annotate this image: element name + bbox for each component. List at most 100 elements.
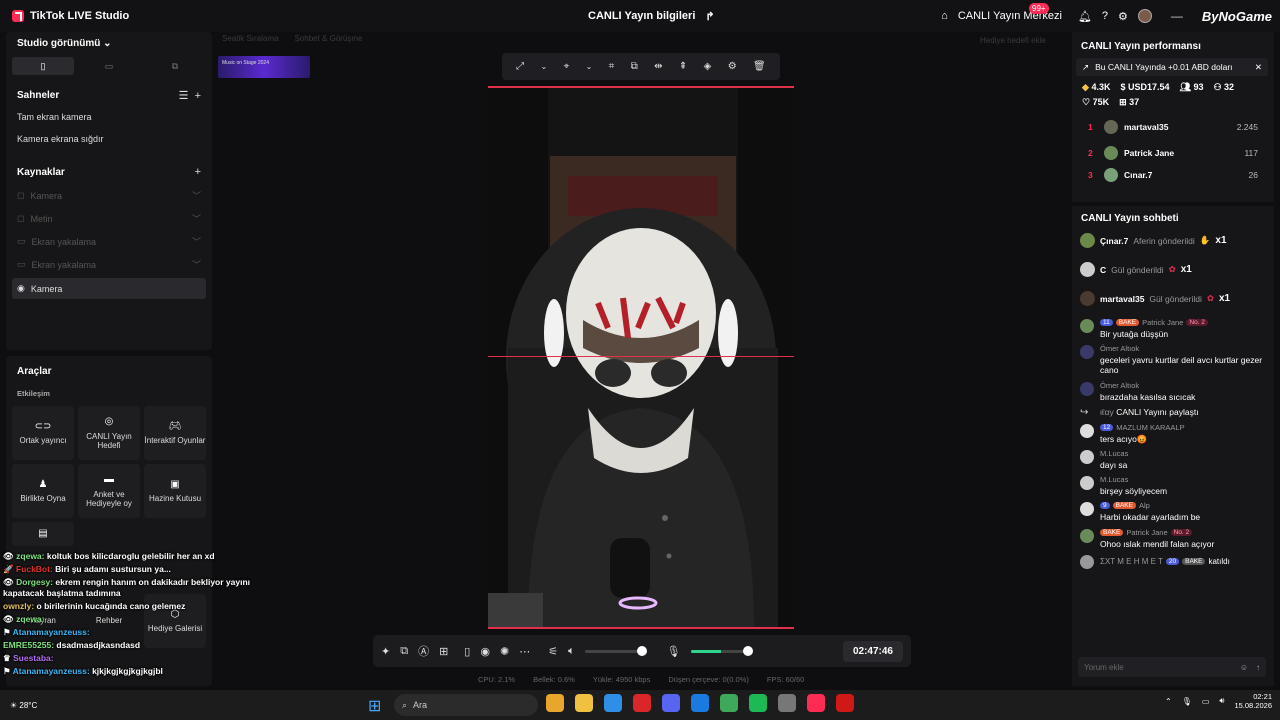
chrome-alt-icon[interactable] xyxy=(720,694,738,712)
gift-target-chip[interactable]: Hediye hedefi ekle xyxy=(980,36,1046,45)
source-item[interactable]: ▭ Ekran yakalama ﹀ xyxy=(6,253,212,276)
effects-icon[interactable]: ✺ xyxy=(500,645,509,658)
file-explorer-icon[interactable] xyxy=(575,694,593,712)
chat-message[interactable]: 12 MAZLUM KARAALP ters acıyo😡 xyxy=(1080,423,1266,444)
flip-icon[interactable]: ⇹ xyxy=(654,61,662,72)
live-info-title: CANLI Yayın bilgileri xyxy=(588,10,696,22)
chat-message[interactable]: Ömer Altıok bırazdaha kasılsa sıcıcak xyxy=(1080,381,1266,402)
live-info-button[interactable]: CANLI Yayın bilgileri ↱ xyxy=(588,0,715,32)
more-icon[interactable]: ⋯ xyxy=(519,645,530,658)
studio-view-header[interactable]: Studio görünümü ⌄ xyxy=(6,32,212,49)
youtube-icon[interactable] xyxy=(836,694,854,712)
tool-play-together[interactable]: ♟ Birlikte Oyna xyxy=(12,464,74,518)
tool-co-host[interactable]: ⊂⊃ Ortak yayıncı xyxy=(12,406,74,460)
tiktok-live-studio-icon[interactable] xyxy=(807,694,825,712)
chat-chip[interactable]: Sohbet & Görüşme xyxy=(294,34,362,43)
source-toolbar: ⤢ ⌄ ⌖ ⌄ ⌗ ⧉ ⇹ ⇞ ◈ ⚙ 🗑︎ xyxy=(502,53,780,80)
overlay-chat-line: ⚑ Atanamayanzeuss: xyxy=(3,627,90,638)
minimize-button[interactable]: — xyxy=(1162,9,1192,23)
comment-input[interactable]: Yorum ekle ☺ ↑ xyxy=(1078,657,1266,677)
chevron-down-icon[interactable]: ⌄ xyxy=(586,62,593,71)
app-icon[interactable] xyxy=(778,694,796,712)
mic-volume-slider[interactable] xyxy=(690,645,753,656)
microphone-icon[interactable]: 🎙︎ xyxy=(667,645,681,658)
crosshair-icon[interactable]: ⌖ xyxy=(564,61,570,72)
spotify-icon[interactable] xyxy=(749,694,767,712)
ranking-row[interactable]: 3 Cınar.7 26 xyxy=(1072,166,1274,184)
overlay-chat-line: 👁 zqewa: xyxy=(3,614,45,625)
tool-extra[interactable]: ▤ xyxy=(12,522,74,546)
chat-message[interactable]: M.Lucas dayı sa xyxy=(1080,449,1266,470)
chat-message[interactable]: 9 BAKE Alp Harbi okadar ayarladım be xyxy=(1080,501,1266,522)
bell-icon[interactable]: 🔔︎ xyxy=(1078,10,1092,23)
source-item-active[interactable]: ◉ Kamera xyxy=(12,278,206,299)
help-icon[interactable]: ? xyxy=(1102,10,1108,22)
mixer-icon[interactable]: ⚟ xyxy=(548,645,558,658)
chat-message[interactable]: Ömer Altıok geceleri yavru kurtlar deil … xyxy=(1080,344,1266,375)
tool-interactive-games[interactable]: 🎮︎ İnteraktif Oyunlar xyxy=(144,406,206,460)
avatar[interactable] xyxy=(1137,9,1152,23)
portrait-layout-button[interactable]: ▯ xyxy=(12,57,74,75)
fit-icon[interactable]: ⤢ xyxy=(516,61,524,72)
add-scene-icon[interactable]: ⊞ xyxy=(439,645,448,658)
close-icon[interactable]: ✕ xyxy=(1255,62,1262,73)
mail-icon[interactable] xyxy=(691,694,709,712)
crop-icon[interactable]: ⌗ xyxy=(609,61,615,72)
send-icon[interactable]: ↑ xyxy=(1256,663,1260,672)
ai-icon[interactable]: Ⓐ xyxy=(418,643,429,659)
emoji-icon[interactable]: ☺ xyxy=(1240,663,1248,672)
speaker-icon[interactable]: 🔈︎ xyxy=(568,645,575,658)
list-icon[interactable]: ☰ xyxy=(179,90,189,102)
start-button[interactable]: ⊞ xyxy=(368,696,381,716)
settings-icon[interactable]: ⚙ xyxy=(728,61,737,72)
tool-poll[interactable]: ▬ Anket ve Hediyeyle oy xyxy=(78,464,140,518)
ranking-row[interactable]: 2 Patrick Jane 117 xyxy=(1072,140,1274,166)
tool-live-goal[interactable]: ◎ CANLI Yayın Hedefi xyxy=(78,406,140,460)
chrome-icon[interactable] xyxy=(546,694,564,712)
scene-item[interactable]: Tam ekran kamera xyxy=(6,106,212,128)
ranking-row[interactable]: 1 martaval35 2.245 xyxy=(1072,114,1274,140)
copy-icon[interactable]: ⧉ xyxy=(631,61,638,72)
share-message[interactable]: ↪ ιℓαу CANLI Yayını paylaştı xyxy=(1080,407,1266,418)
ranking-chip[interactable]: Seatik Sıralama xyxy=(222,34,278,43)
join-message[interactable]: ΣΧΤ Μ Ε Η Μ Ε Τ 20 BAKE katıldı xyxy=(1080,554,1266,569)
discord-icon[interactable] xyxy=(662,694,680,712)
clock[interactable]: 02:21 15.08.2026 xyxy=(1234,692,1272,710)
mic-tray-icon[interactable]: 🎙︎ xyxy=(1182,697,1192,706)
speaker-volume-slider[interactable] xyxy=(584,645,647,656)
dual-layout-button[interactable]: ⧉ xyxy=(144,57,206,75)
volume-icon[interactable]: 🔊︎ xyxy=(1219,696,1224,706)
chat-message[interactable]: 11 BAKE Patrick Jane No. 2 Bir yutağa düşşü… xyxy=(1080,318,1266,339)
add-source-button[interactable]: + xyxy=(195,166,201,178)
record-icon[interactable]: ◉ xyxy=(480,645,490,658)
opera-icon[interactable] xyxy=(633,694,651,712)
camera-preview[interactable] xyxy=(488,86,794,628)
landscape-layout-button[interactable]: ▭ xyxy=(78,57,140,75)
gear-icon[interactable]: ⚙ xyxy=(1118,10,1128,23)
magic-wand-icon[interactable]: ✦ xyxy=(381,645,390,658)
taskbar-search[interactable]: ⌕ Ara xyxy=(394,694,538,716)
tool-treasure-box[interactable]: ▣ Hazine Kutusu xyxy=(144,464,206,518)
phone-icon[interactable]: ▯ xyxy=(464,645,470,658)
chevron-up-icon[interactable]: ⌃ xyxy=(1165,697,1172,706)
slider-knob[interactable] xyxy=(636,645,647,656)
slider-knob[interactable] xyxy=(742,645,753,656)
edge-icon[interactable] xyxy=(604,694,622,712)
source-item[interactable]: ▭ Ekran yakalama ﹀ xyxy=(6,230,212,253)
scene-thumbnail[interactable]: Music on Stage 2024 xyxy=(218,56,310,78)
source-item[interactable]: ◻ Kamera ﹀ xyxy=(6,184,212,207)
chat-message[interactable]: BAKE Patrick Jane No. 2 Ohoo ıslak mendil … xyxy=(1080,528,1266,549)
layers-icon[interactable]: ◈ xyxy=(704,61,712,72)
trend-up-icon: ↗ xyxy=(1082,61,1090,72)
network-icon[interactable]: ▭ xyxy=(1202,697,1210,706)
screen-share-icon[interactable]: ⧉ xyxy=(400,645,408,658)
chevron-down-icon[interactable]: ⌄ xyxy=(541,62,548,71)
weather-widget[interactable]: ☀ 28°C xyxy=(10,701,37,710)
trash-icon[interactable]: 🗑︎ xyxy=(753,61,766,72)
scene-item[interactable]: Kamera ekrana sığdır xyxy=(6,128,212,150)
diamond-metric: ◆ 4.3K xyxy=(1082,82,1111,92)
chat-message[interactable]: M.Lucas birşey söyliyecem xyxy=(1080,475,1266,496)
align-icon[interactable]: ⇞ xyxy=(679,61,687,72)
add-scene-button[interactable]: + xyxy=(195,90,201,102)
source-item[interactable]: ◻ Metin ﹀ xyxy=(6,207,212,230)
